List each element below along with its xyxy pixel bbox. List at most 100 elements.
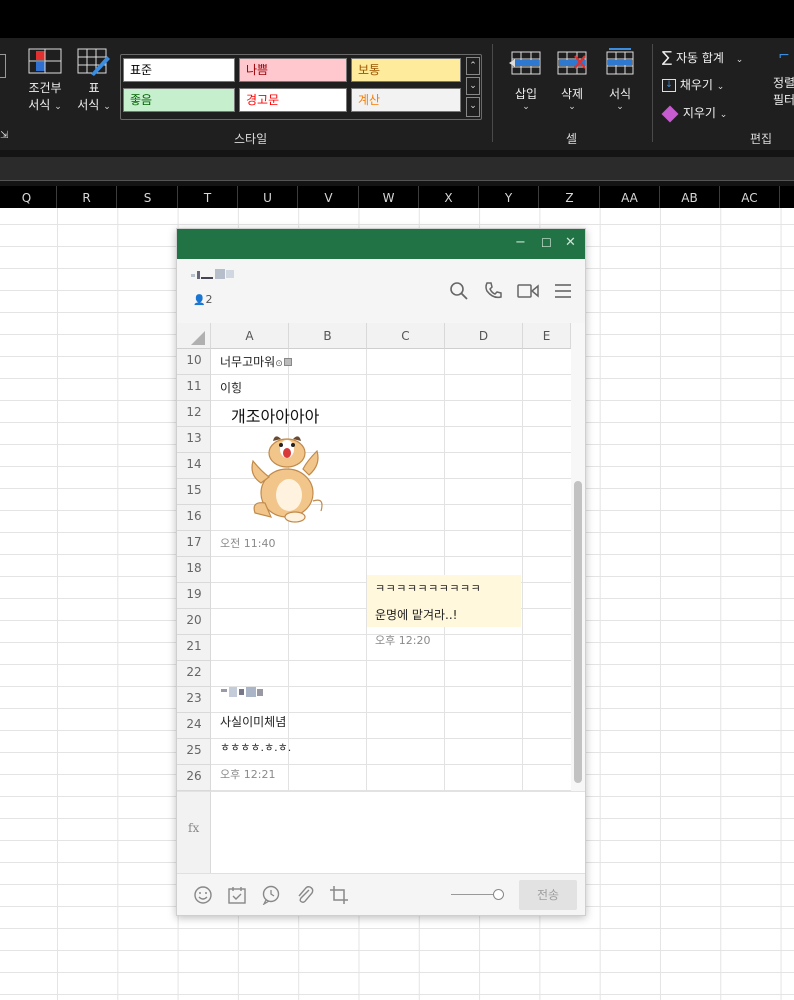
- row-number: 22: [186, 665, 202, 679]
- sort-icon: ⌐: [778, 48, 790, 64]
- sticker-caption[interactable]: 개조아아아아: [231, 403, 319, 427]
- send-button[interactable]: 전송: [519, 880, 577, 910]
- partial-dropdown[interactable]: [0, 54, 6, 78]
- message-text[interactable]: ㅋㅋㅋㅋㅋㅋㅋㅋㅋㅋ: [375, 580, 481, 596]
- style-neutral[interactable]: 보통: [351, 58, 461, 82]
- column-header[interactable]: AA: [600, 186, 660, 208]
- column-header[interactable]: AC: [720, 186, 780, 208]
- chat-column-header[interactable]: E: [523, 323, 571, 349]
- conditional-format-button[interactable]: 조건부 서식 ⌄: [24, 48, 66, 113]
- opacity-slider-handle[interactable]: [493, 889, 504, 900]
- close-icon[interactable]: ✕: [565, 235, 576, 250]
- chat-bubble-icon[interactable]: [261, 885, 281, 905]
- chat-column-header[interactable]: C: [367, 323, 445, 349]
- chat-title-bar[interactable]: − ☐ ✕: [177, 229, 585, 259]
- table-format-button[interactable]: 표 서식 ⌄: [72, 48, 116, 113]
- member-count[interactable]: 👤2: [193, 293, 212, 306]
- phone-icon[interactable]: [483, 281, 503, 301]
- table-format-label-1: 표: [88, 81, 100, 95]
- row-number: 12: [186, 405, 202, 419]
- style-good[interactable]: 좋음: [123, 88, 235, 112]
- fill-button[interactable]: ↓ 채우기 ⌄: [662, 76, 724, 93]
- chat-column-header[interactable]: D: [445, 323, 523, 349]
- column-header[interactable]: AB: [660, 186, 720, 208]
- timestamp: 오후 12:21: [220, 768, 276, 781]
- message-text[interactable]: ㅎㅎㅎㅎ.ㅎ.ㅎ.: [220, 739, 291, 755]
- sort-label-1: 정렬: [772, 76, 794, 90]
- format-cells-button[interactable]: 서식 ⌄: [600, 48, 640, 112]
- row-number: 20: [186, 613, 202, 627]
- column-header[interactable]: X: [419, 186, 479, 208]
- chat-bottom-toolbar: 전송: [177, 873, 585, 915]
- conditional-format-icon: [28, 48, 62, 74]
- row-number: 19: [186, 587, 202, 601]
- style-normal[interactable]: 표준: [123, 58, 235, 82]
- column-header[interactable]: R: [57, 186, 117, 208]
- column-header[interactable]: T: [178, 186, 238, 208]
- column-header[interactable]: U: [238, 186, 298, 208]
- conditional-format-label-2: 서식 ⌄: [28, 98, 62, 112]
- emoticon-icon[interactable]: [193, 885, 213, 905]
- delete-button[interactable]: 삭제 ⌄: [552, 50, 592, 112]
- clear-button[interactable]: 지우기 ⌄: [661, 104, 727, 122]
- sort-filter-button[interactable]: ⌐ 정렬 필터: [772, 48, 794, 108]
- minimize-icon[interactable]: −: [515, 235, 526, 250]
- column-header[interactable]: S: [118, 186, 178, 208]
- formula-bar[interactable]: [0, 157, 794, 181]
- scrollbar-thumb[interactable]: [574, 481, 582, 783]
- room-name-blurred: [191, 267, 247, 281]
- column-header[interactable]: Y: [479, 186, 539, 208]
- chat-window: − ☐ ✕ 👤2 A B C D E 10 11 12 13 14 15 16 …: [176, 228, 586, 916]
- message-text[interactable]: 사실이미체념: [220, 713, 286, 730]
- calendar-icon[interactable]: [227, 885, 247, 905]
- chat-column-header[interactable]: A: [211, 323, 289, 349]
- chat-column-header[interactable]: B: [289, 323, 367, 349]
- opacity-slider-track[interactable]: [451, 894, 495, 895]
- search-icon[interactable]: [449, 281, 469, 301]
- group-launcher-icon[interactable]: ⇲: [0, 130, 8, 141]
- group-separator: [652, 44, 653, 142]
- autosum-button[interactable]: ∑ 자동 합계 ⌄: [662, 48, 743, 66]
- table-format-icon: [77, 48, 110, 76]
- style-warning[interactable]: 경고문: [239, 88, 347, 112]
- cell-styles-gallery: 표준 나쁨 보통 좋음 경고문 계산 ⌃ ⌄ ⌄: [120, 54, 482, 120]
- dog-sticker-image[interactable]: [247, 431, 329, 523]
- video-call-icon[interactable]: [517, 281, 539, 301]
- insert-cells-icon: [509, 51, 541, 75]
- column-header[interactable]: Q: [0, 186, 57, 208]
- chat-sheet[interactable]: A B C D E 10 11 12 13 14 15 16 17 18 19 …: [177, 323, 585, 873]
- cells-group-title: 셀: [566, 132, 578, 146]
- clear-label: 지우기: [682, 106, 716, 120]
- group-separator: [492, 44, 493, 142]
- message-text[interactable]: 너무고마워⊙: [220, 353, 292, 370]
- delete-cells-icon: [557, 51, 587, 75]
- menu-icon[interactable]: [553, 281, 573, 301]
- gallery-scroll-down-button[interactable]: ⌄: [466, 77, 480, 95]
- sort-label-2: 필터: [772, 93, 794, 107]
- message-input[interactable]: [177, 791, 585, 873]
- gallery-scroll-up-button[interactable]: ⌃: [466, 57, 480, 75]
- emoji-icon: ⊙: [275, 359, 283, 369]
- column-header[interactable]: W: [359, 186, 419, 208]
- crop-screenshot-icon[interactable]: [329, 885, 349, 905]
- row-number: 16: [186, 509, 202, 523]
- insert-button[interactable]: 삽입 ⌄: [506, 50, 546, 112]
- column-header[interactable]: V: [299, 186, 359, 208]
- eraser-icon: [661, 105, 679, 122]
- fill-label: 채우기: [679, 78, 713, 92]
- attachment-icon[interactable]: [295, 885, 315, 905]
- row-number: 10: [186, 353, 202, 367]
- sigma-icon: ∑: [662, 48, 673, 66]
- style-bad[interactable]: 나쁨: [239, 58, 347, 82]
- message-text[interactable]: 운명에 맡겨라..!: [375, 606, 458, 623]
- column-header[interactable]: Z: [540, 186, 600, 208]
- style-calculation[interactable]: 계산: [351, 88, 461, 112]
- fill-down-icon: ↓: [662, 79, 676, 92]
- message-text[interactable]: 이힝: [220, 379, 242, 396]
- gallery-more-button[interactable]: ⌄: [466, 97, 480, 117]
- maximize-icon[interactable]: ☐: [541, 236, 552, 250]
- row-number: 23: [186, 691, 202, 705]
- select-all-corner[interactable]: [177, 323, 211, 349]
- row-number: 13: [186, 431, 202, 445]
- row-number: 24: [186, 717, 202, 731]
